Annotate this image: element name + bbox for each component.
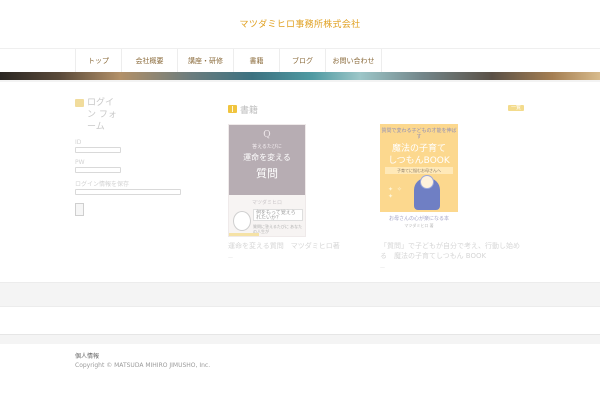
cover-author: マツダミヒロ 著 [404, 223, 434, 228]
book-title[interactable]: 「質問」で子どもが自分で考え、行動し始める 魔法の子育てしつもん BOOK [380, 241, 524, 261]
book-meta: — [228, 255, 233, 261]
hero-image-strip [0, 72, 600, 80]
password-label: PW [75, 159, 85, 166]
cover-tagline: 質問に答えるたびに あなたの人生が [253, 224, 303, 234]
nav-item[interactable]: ブログ [280, 49, 326, 72]
nav-item[interactable]: 書籍 [234, 49, 280, 72]
cover-q-mark: Q [263, 130, 271, 140]
nav-item[interactable]: 講座・研修 [178, 49, 234, 72]
book-section: 書籍 一覧 Q 答えるたびに 運命を変える 質問 マツダミヒロ 何をもって覚えら… [228, 102, 524, 271]
cover-sparkles: ✦ ✧ ✦ [388, 186, 403, 200]
book-icon [228, 105, 237, 113]
global-nav: トップ 会社概要 講座・研修 書籍 ブログ お問い合わせ [0, 48, 600, 72]
cover-label-tag [229, 233, 259, 236]
cover-title-line2: 質問 [256, 167, 278, 180]
nav-item[interactable]: 会社概要 [122, 49, 178, 72]
content-divider-band [0, 282, 600, 307]
cover-kicker: 質問で変わる子どもの才能を伸ばす [381, 128, 457, 140]
cover-speech-bubble: 何をもって覚えられたいか？ [253, 209, 303, 221]
site-title[interactable]: マツダミヒロ事務所株式会社 [0, 17, 600, 30]
hero-shadow [0, 80, 600, 82]
cover-illustration-head [420, 175, 434, 189]
book-title[interactable]: 運命を変える質問 マツダミヒロ著 [228, 241, 368, 251]
site-header: マツダミヒロ事務所株式会社 [0, 0, 600, 48]
section-title: 書籍 [240, 105, 259, 116]
footer-divider-band [0, 334, 600, 344]
nav-list: トップ 会社概要 講座・研修 書籍 ブログ お問い合わせ [75, 49, 382, 72]
username-input[interactable] [75, 147, 121, 153]
remember-input[interactable] [75, 189, 181, 195]
nav-item[interactable]: お問い合わせ [326, 49, 382, 72]
cover-title-line1: 運命を変える [243, 153, 291, 162]
key-icon [75, 99, 84, 107]
remember-label: ログイン情報を保存 [75, 181, 130, 188]
login-widget-title: ログイン フォーム [87, 98, 117, 132]
login-button[interactable] [75, 203, 84, 216]
cover-blurb: お母さんの心が楽になる本 [388, 216, 449, 222]
book-cover-questions[interactable]: Q 答えるたびに 運命を変える 質問 マツダミヒロ 何をもって覚えられたいか？ … [228, 124, 306, 237]
password-input[interactable] [75, 167, 121, 173]
book-card[interactable]: 質問で変わる子どもの才能を伸ばす 魔法の子育て しつもんBOOK 子育てに悩むお… [380, 124, 524, 271]
book-meta: — [380, 265, 385, 271]
cover-title-line2: しつもんBOOK [388, 156, 450, 166]
book-card[interactable]: Q 答えるたびに 運命を変える 質問 マツダミヒロ 何をもって覚えられたいか？ … [228, 124, 368, 261]
cover-subtitle: 子育てに悩むお母さんへ [385, 167, 453, 174]
login-widget-header: ログイン フォーム [75, 97, 190, 133]
more-link[interactable]: 一覧 [508, 105, 524, 111]
section-header: 書籍 一覧 [228, 102, 524, 116]
site-footer: 個人情報 Copyright © MATSUDA MIHIRO JIMUSHO,… [75, 353, 210, 370]
login-widget: ログイン フォーム ID PW ログイン情報を保存 [75, 97, 190, 216]
cover-subtitle: 答えるたびに [252, 144, 282, 150]
cover-author: マツダミヒロ [251, 200, 282, 206]
username-label: ID [75, 139, 82, 146]
privacy-link[interactable]: 個人情報 [75, 353, 210, 361]
book-cover-parenting[interactable]: 質問で変わる子どもの才能を伸ばす 魔法の子育て しつもんBOOK 子育てに悩むお… [380, 124, 458, 237]
cover-illustration [233, 211, 251, 231]
copyright-text: Copyright © MATSUDA MIHIRO JIMUSHO, Inc. [75, 362, 211, 369]
nav-item[interactable]: トップ [76, 49, 122, 72]
